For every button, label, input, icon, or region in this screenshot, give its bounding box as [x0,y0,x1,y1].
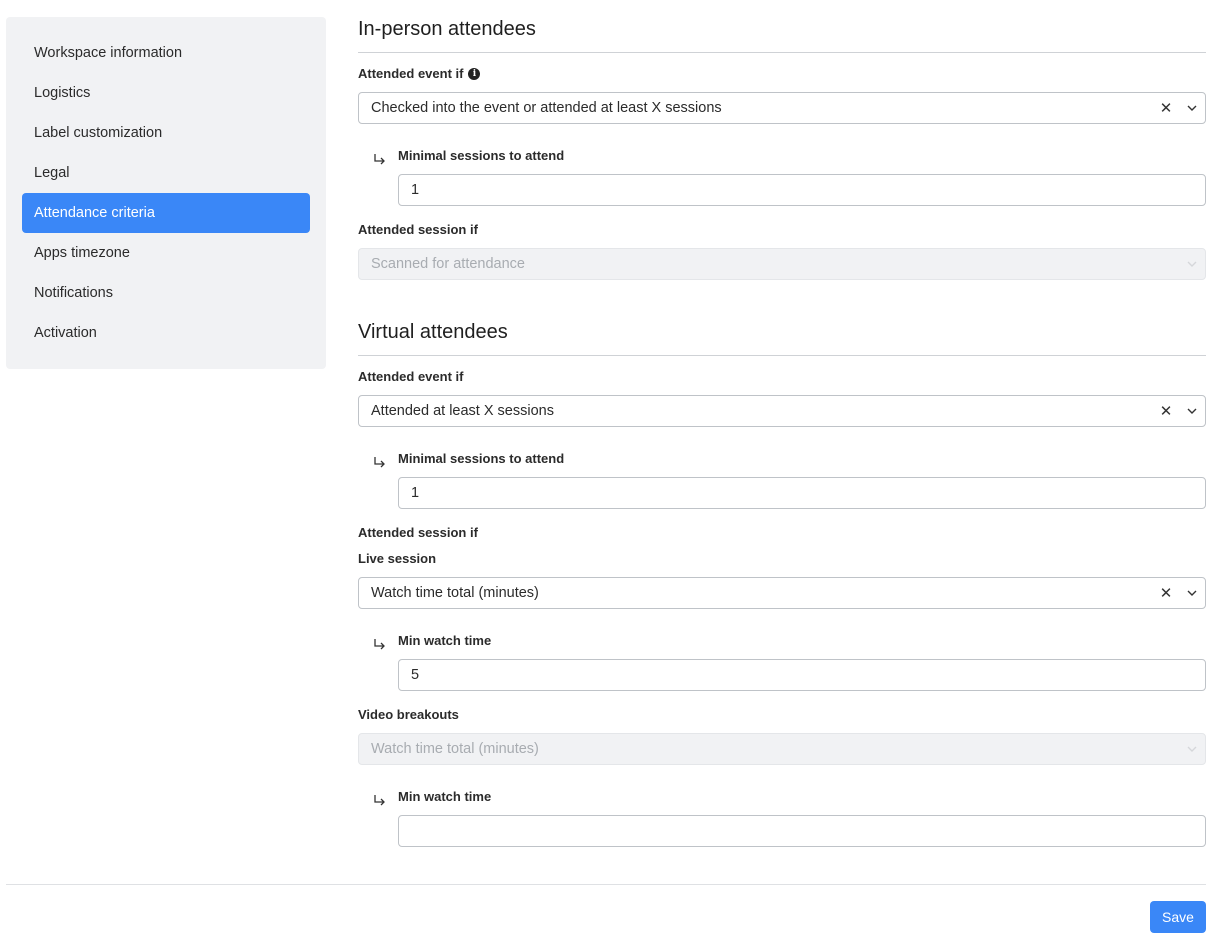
live-min-watch-input[interactable]: 5 [398,659,1206,691]
sidebar-item-apps-timezone[interactable]: Apps timezone [22,233,310,273]
select-value: Scanned for attendance [371,256,525,272]
video-breakouts-label: Video breakouts [358,707,459,722]
section-divider [358,52,1206,53]
virtual-session-label: Attended session if [358,525,478,540]
in-person-event-label: Attended event if i [358,66,1206,82]
breakout-min-watch-input[interactable] [398,815,1206,847]
live-min-watch-label: Min watch time [398,633,492,648]
in-person-section: In-person attendees [358,15,1206,53]
virtual-min-sessions-label: Minimal sessions to attend [398,451,565,466]
in-person-title: In-person attendees [358,18,536,40]
select-value: Watch time total (minutes) [371,741,539,757]
return-arrow-icon [374,639,385,650]
chevron-down-icon [1179,746,1205,752]
select-value: Attended at least X sessions [371,403,554,419]
close-icon[interactable]: ✕ [1153,584,1179,602]
virtual-event-label: Attended event if [358,369,464,384]
chevron-down-icon[interactable] [1179,408,1205,414]
chevron-down-icon[interactable] [1179,590,1205,596]
sidebar-item-logistics[interactable]: Logistics [22,73,310,113]
footer-divider [6,884,1206,885]
settings-sidebar: Workspace information Logistics Label cu… [6,17,326,369]
close-icon[interactable]: ✕ [1153,99,1179,117]
chevron-down-icon [1179,261,1205,267]
in-person-session-select: Scanned for attendance [358,248,1206,280]
return-arrow-icon [374,154,385,165]
in-person-min-sessions-input[interactable]: 1 [398,174,1206,206]
virtual-min-sessions-input[interactable]: 1 [398,477,1206,509]
sidebar-item-notifications[interactable]: Notifications [22,273,310,313]
save-button[interactable]: Save [1150,901,1206,933]
in-person-event-select[interactable]: Checked into the event or attended at le… [358,92,1206,124]
sidebar-item-attendance-criteria[interactable]: Attendance criteria [22,193,310,233]
select-value: Watch time total (minutes) [371,585,539,601]
close-icon[interactable]: ✕ [1153,402,1179,420]
sidebar-item-legal[interactable]: Legal [22,153,310,193]
virtual-section: Virtual attendees [358,318,1206,356]
breakout-min-watch-label: Min watch time [398,789,492,804]
in-person-session-label: Attended session if [358,222,478,237]
section-divider [358,355,1206,356]
sidebar-item-workspace-information[interactable]: Workspace information [22,33,310,73]
return-arrow-icon [374,795,385,806]
video-breakouts-select: Watch time total (minutes) [358,733,1206,765]
virtual-event-select[interactable]: Attended at least X sessions ✕ [358,395,1206,427]
live-session-label: Live session [358,551,437,566]
live-session-select[interactable]: Watch time total (minutes) ✕ [358,577,1206,609]
in-person-min-sessions-label: Minimal sessions to attend [398,148,565,163]
select-value: Checked into the event or attended at le… [371,100,722,116]
info-icon[interactable]: i [468,68,481,80]
chevron-down-icon[interactable] [1179,105,1205,111]
sidebar-item-activation[interactable]: Activation [22,313,310,353]
return-arrow-icon [374,457,385,468]
sidebar-item-label-customization[interactable]: Label customization [22,113,310,153]
virtual-title: Virtual attendees [358,321,508,343]
